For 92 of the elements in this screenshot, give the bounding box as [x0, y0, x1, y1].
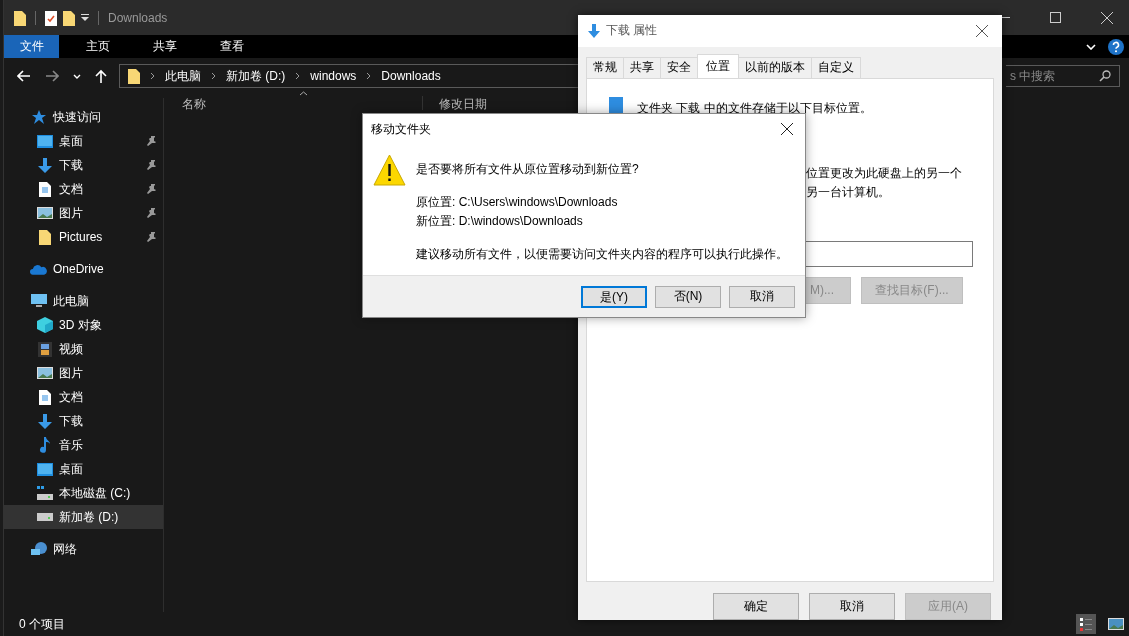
chevron-right-icon: [295, 72, 301, 80]
nav-item[interactable]: 文档: [4, 177, 163, 201]
nav-item[interactable]: Pictures: [4, 225, 163, 249]
nav-item[interactable]: 快速访问: [4, 105, 163, 129]
nav-item[interactable]: 桌面: [4, 129, 163, 153]
picture-icon: [36, 367, 53, 379]
breadcrumb-item[interactable]: 此电脑: [165, 67, 201, 85]
nav-item[interactable]: 下载: [4, 409, 163, 433]
location-description: 文件夹 下载 中的文件存储于以下目标位置。: [637, 99, 872, 117]
download-icon: [37, 157, 52, 173]
up-icon[interactable]: [95, 69, 107, 83]
maximize-icon[interactable]: [1050, 12, 1061, 23]
search-field[interactable]: s 中搜索: [1006, 65, 1120, 87]
back-icon[interactable]: [17, 70, 31, 82]
tab[interactable]: 位置: [697, 53, 739, 78]
chevron-right-icon: [150, 72, 155, 80]
window-title: 下载 属性: [606, 22, 658, 40]
nav-item[interactable]: 下载: [4, 153, 163, 177]
breadcrumb-item[interactable]: Downloads: [381, 69, 441, 83]
nav-item[interactable]: 网络: [4, 537, 163, 561]
drive-icon: [36, 513, 53, 521]
dialog-title: 移动文件夹: [371, 120, 431, 138]
close-icon[interactable]: [781, 123, 793, 135]
breadcrumb-item[interactable]: windows: [310, 69, 357, 83]
help-icon[interactable]: [1108, 38, 1124, 55]
warning-icon: [373, 154, 406, 186]
tab[interactable]: 常规: [586, 56, 624, 78]
cube-icon: [36, 317, 53, 333]
column-header[interactable]: 修改日期: [422, 96, 487, 110]
recent-locations-icon[interactable]: [73, 73, 81, 79]
description-text: 位置更改为此硬盘上的另一个: [806, 164, 962, 182]
nav-item[interactable]: OneDrive: [4, 257, 163, 281]
pin-icon[interactable]: [147, 208, 156, 218]
cloud-icon: [30, 263, 47, 275]
pin-icon[interactable]: [147, 184, 156, 194]
nav-item[interactable]: 本地磁盘 (C:): [4, 481, 163, 505]
pin-icon[interactable]: [147, 232, 156, 242]
picture-icon: [36, 207, 53, 219]
desktop-icon: [36, 134, 53, 148]
nav-item[interactable]: 图片: [4, 201, 163, 225]
dialog-note: 建议移动所有文件，以便需要访问文件夹内容的程序可以执行此操作。: [416, 246, 788, 263]
item-count: 0 个项目: [19, 615, 65, 633]
document-icon: [38, 389, 51, 405]
dialog-question: 是否要将所有文件从原位置移动到新位置?: [416, 161, 640, 178]
download-icon: [588, 23, 600, 38]
star-icon: [31, 110, 46, 124]
drive-icon: [36, 486, 53, 500]
chevron-right-icon: [211, 72, 216, 80]
search-placeholder: s 中搜索: [1010, 67, 1057, 85]
description-text: 另一台计算机。: [806, 183, 890, 201]
nav-item[interactable]: 视频: [4, 337, 163, 361]
ribbon-tab[interactable]: 文件: [4, 35, 59, 58]
dropdown-icon[interactable]: [81, 12, 89, 23]
ribbon-tab[interactable]: 共享: [136, 35, 193, 58]
search-icon: [1099, 70, 1111, 82]
film-icon: [37, 341, 52, 357]
dialog-button[interactable]: 取消: [809, 593, 895, 620]
chevron-right-icon: [366, 72, 372, 80]
forward-icon[interactable]: [45, 70, 59, 82]
tab[interactable]: 自定义: [811, 56, 861, 78]
network-icon: [30, 541, 47, 557]
checklist-icon[interactable]: [45, 9, 57, 26]
nav-item[interactable]: 桌面: [4, 457, 163, 481]
ribbon-tab[interactable]: 查看: [203, 35, 260, 58]
nav-item[interactable]: 3D 对象: [4, 313, 163, 337]
dialog-button[interactable]: 否(N): [655, 285, 721, 308]
dialog-button[interactable]: 取消: [729, 285, 795, 308]
large-icons-view-icon[interactable]: [1108, 618, 1124, 630]
column-header[interactable]: 名称: [164, 96, 422, 110]
window-title: Downloads: [108, 10, 168, 25]
sort-icon: [299, 91, 308, 96]
nav-item[interactable]: 此电脑: [4, 289, 163, 313]
ribbon-tab[interactable]: 主页: [69, 35, 126, 58]
nav-item[interactable]: 文档: [4, 385, 163, 409]
computer-icon: [30, 294, 47, 308]
breadcrumb-item[interactable]: 新加卷 (D:): [226, 67, 286, 85]
pin-icon[interactable]: [147, 136, 156, 146]
chevron-icon[interactable]: [1086, 43, 1096, 50]
dialog-button[interactable]: 是(Y): [581, 285, 647, 308]
details-view-icon[interactable]: [1076, 614, 1096, 634]
document-icon: [38, 181, 51, 197]
desktop-icon: [36, 462, 53, 476]
download-icon: [37, 413, 52, 429]
nav-item[interactable]: 新加卷 (D:): [4, 505, 163, 529]
pin-icon[interactable]: [147, 160, 156, 170]
nav-item[interactable]: 图片: [4, 361, 163, 385]
music-note-icon: [38, 437, 51, 453]
path-text: 原位置: C:\Users\windows\Downloads: [416, 194, 619, 211]
dialog-button[interactable]: 确定: [713, 593, 799, 620]
path-text: 新位置: D:\windows\Downloads: [416, 213, 584, 230]
nav-item[interactable]: 音乐: [4, 433, 163, 457]
close-icon[interactable]: [976, 24, 988, 37]
